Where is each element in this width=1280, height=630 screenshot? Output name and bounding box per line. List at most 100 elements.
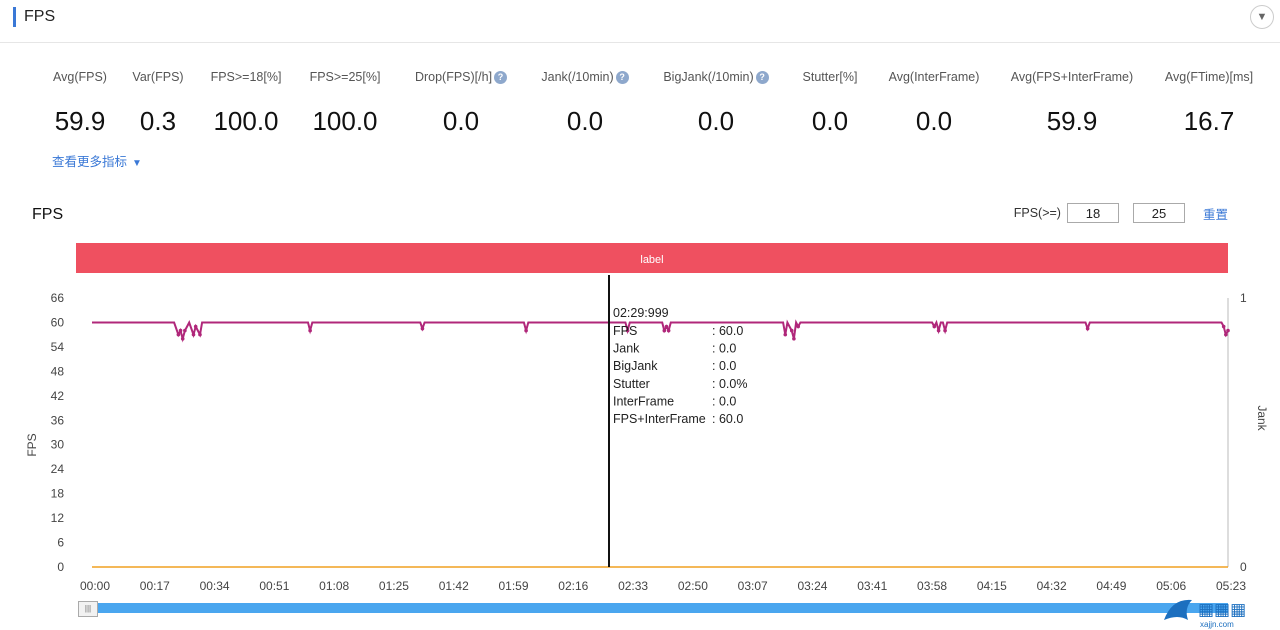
metric-4: Drop(FPS)[/h]? 0.0 xyxy=(391,68,531,136)
threshold-input-2[interactable] xyxy=(1132,203,1185,223)
y2-axis-label: Jank xyxy=(1255,405,1269,431)
fps-dip-point xyxy=(193,324,198,329)
scroll-track[interactable] xyxy=(78,603,1228,613)
y-tick-label: 12 xyxy=(51,511,65,525)
fps-chart[interactable]: label 0612182430364248546066 01 00:00 00:… xyxy=(0,240,1280,600)
watermark: ▦▦▦ xajjn.com xyxy=(1164,599,1246,629)
tooltip-key: FPS xyxy=(613,324,637,338)
fps-dip-point xyxy=(176,332,181,337)
metric-9: Avg(FPS+InterFrame) 59.9 xyxy=(1002,68,1142,136)
x-tick-label: 00:34 xyxy=(200,579,230,593)
tooltip-key: InterFrame xyxy=(613,394,674,408)
fps-dip-point xyxy=(198,332,202,337)
x-tick-label: 00:17 xyxy=(140,579,170,593)
y-tick-label: 36 xyxy=(51,413,65,427)
fps-dip-point xyxy=(420,326,425,331)
x-tick-label: 02:16 xyxy=(558,579,588,593)
y-tick-label: 18 xyxy=(51,487,65,501)
fps-dip-point xyxy=(183,328,187,333)
fps-dip-point xyxy=(1221,324,1226,329)
y-axis-label: FPS xyxy=(25,433,39,456)
tooltip-key: FPS+InterFrame xyxy=(613,412,706,426)
x-tick-label: 01:08 xyxy=(319,579,349,593)
y-tick-label: 42 xyxy=(51,389,65,403)
fps-dip-point xyxy=(783,332,788,337)
fps-dip-point xyxy=(943,328,947,333)
metric-label-text: Avg(FPS+InterFrame) xyxy=(1010,70,1134,84)
fps-dip-point xyxy=(662,328,667,333)
metric-value: 0.0 xyxy=(566,106,604,136)
watermark-glyphs: ▦▦▦ xyxy=(1198,600,1246,619)
metric-10: Avg(FTime)[ms] 16.7 xyxy=(1139,68,1279,136)
fps-dip-point xyxy=(191,332,196,337)
tooltip-value: : 60.0 xyxy=(712,412,743,426)
time-scrollbar[interactable]: ||| xyxy=(78,601,1228,617)
x-tick-label: 01:25 xyxy=(379,579,409,593)
y2-axis-ticks: 01 xyxy=(1240,291,1247,574)
help-icon[interactable]: ? xyxy=(615,70,629,84)
threshold-controls: FPS(>=) 重置 xyxy=(1014,203,1228,223)
x-tick-label: 01:59 xyxy=(499,579,529,593)
metric-value: 0.0 xyxy=(915,106,953,136)
x-tick-label: 01:42 xyxy=(439,579,469,593)
collapse-button[interactable]: ▼ xyxy=(1250,5,1274,29)
metric-label-text: Drop(FPS)[/h] xyxy=(414,70,493,84)
show-more-label: 查看更多指标 xyxy=(52,155,128,169)
metric-label: Avg(InterFrame) xyxy=(864,68,1004,86)
metric-label-text: Avg(FTime)[ms] xyxy=(1164,70,1254,84)
watermark-text: xajjn.com xyxy=(1200,620,1234,629)
metric-label-text: FPS>=25[%] xyxy=(309,70,381,84)
y-tick-label: 48 xyxy=(51,364,65,378)
metric-label-text: Avg(InterFrame) xyxy=(888,70,980,84)
x-tick-label: 02:33 xyxy=(618,579,648,593)
threshold-input-1[interactable] xyxy=(1066,203,1119,223)
y-axis-ticks: 0 6 12 18 24 30 36 42 48 54 60 66 xyxy=(51,291,65,574)
metric-value: 59.9 xyxy=(1046,106,1098,136)
y-tick-label: 6 xyxy=(57,536,64,550)
tooltip-value: : 0.0 xyxy=(712,359,736,373)
tooltip-key: BigJank xyxy=(613,359,658,373)
metric-label-text: BigJank(/10min) xyxy=(663,70,754,84)
reset-link[interactable]: 重置 xyxy=(1203,204,1228,223)
show-more-metrics-link[interactable]: 查看更多指标 ▼ xyxy=(52,151,142,170)
y-tick-label: 30 xyxy=(51,438,65,452)
x-tick-label: 00:51 xyxy=(259,579,289,593)
fps-dip-point xyxy=(796,324,801,329)
chart-title: FPS xyxy=(32,206,64,223)
y-tick-label: 0 xyxy=(57,560,64,574)
x-tick-label: 02:50 xyxy=(678,579,708,593)
y-tick-label: 24 xyxy=(51,462,65,476)
chart-series xyxy=(92,319,1230,568)
y2-tick-label: 0 xyxy=(1240,560,1247,574)
metric-label-text: FPS>=18[%] xyxy=(210,70,282,84)
tooltip-key: Stutter xyxy=(613,377,650,391)
x-tick-label: 04:49 xyxy=(1096,579,1126,593)
tooltip-time: 02:29:999 xyxy=(613,306,669,320)
x-tick-label: 04:32 xyxy=(1037,579,1067,593)
x-tick-label: 03:58 xyxy=(917,579,947,593)
metric-label: Jank(/10min)? xyxy=(515,68,655,86)
help-icon[interactable]: ? xyxy=(494,70,508,84)
x-tick-label: 00:00 xyxy=(80,579,110,593)
scroll-handle[interactable]: ||| xyxy=(78,601,98,617)
fps-dip-point xyxy=(178,328,183,333)
fps-dip-point xyxy=(664,324,669,329)
fps-dip-point xyxy=(789,328,794,333)
caret-down-icon: ▼ xyxy=(132,158,142,169)
metric-8: Avg(InterFrame) 0.0 xyxy=(864,68,1004,136)
fps-dip-point xyxy=(932,324,937,329)
tooltip-value: : 0.0 xyxy=(712,394,736,408)
metric-label-text: Jank(/10min) xyxy=(541,70,614,84)
metric-label: Avg(FPS+InterFrame) xyxy=(1002,68,1142,86)
label-bar-text: label xyxy=(640,254,663,266)
fps-dip-point xyxy=(666,328,671,333)
y-tick-label: 54 xyxy=(51,340,65,354)
metric-label: Drop(FPS)[/h]? xyxy=(391,68,531,86)
x-tick-label: 03:24 xyxy=(797,579,827,593)
metric-label: Avg(FTime)[ms] xyxy=(1139,68,1279,86)
metric-5: Jank(/10min)? 0.0 xyxy=(515,68,655,136)
x-axis-ticks: 00:00 00:17 00:34 00:51 01:08 01:25 01:42 01:59… xyxy=(80,579,1246,593)
fps-dip-point xyxy=(180,336,185,341)
x-tick-label: 03:41 xyxy=(857,579,887,593)
tooltip: 02:29:999 FPS: 60.0 Jank: 0.0 BigJank: 0.0 S… xyxy=(613,306,747,426)
